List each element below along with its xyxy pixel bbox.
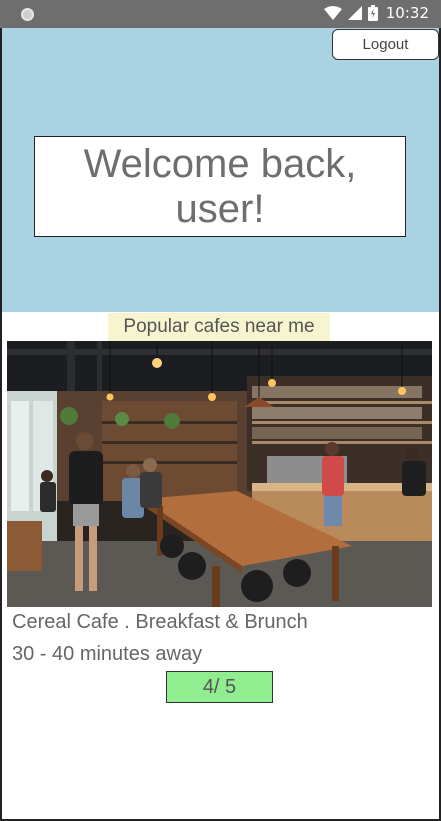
wifi-icon [323,6,342,20]
cafe-interior-image [7,341,432,607]
cafe-distance: 30 - 40 minutes away [12,643,203,665]
notification-dot-icon [21,8,34,21]
welcome-message: Welcome back, user! [34,136,406,237]
status-icons: 10:32 [323,4,429,22]
cafe-name[interactable]: Cereal Cafe . Breakfast & Brunch [12,611,308,634]
status-time: 10:32 [385,4,429,22]
logout-button[interactable]: Logout [332,29,439,60]
popular-cafes-title: Popular cafes near me [108,313,330,341]
status-bar: 10:32 [0,0,441,28]
battery-icon [367,5,378,21]
rating-badge: 4/ 5 [166,671,273,703]
cell-signal-icon [347,6,362,20]
cafe-photo[interactable] [7,341,432,607]
